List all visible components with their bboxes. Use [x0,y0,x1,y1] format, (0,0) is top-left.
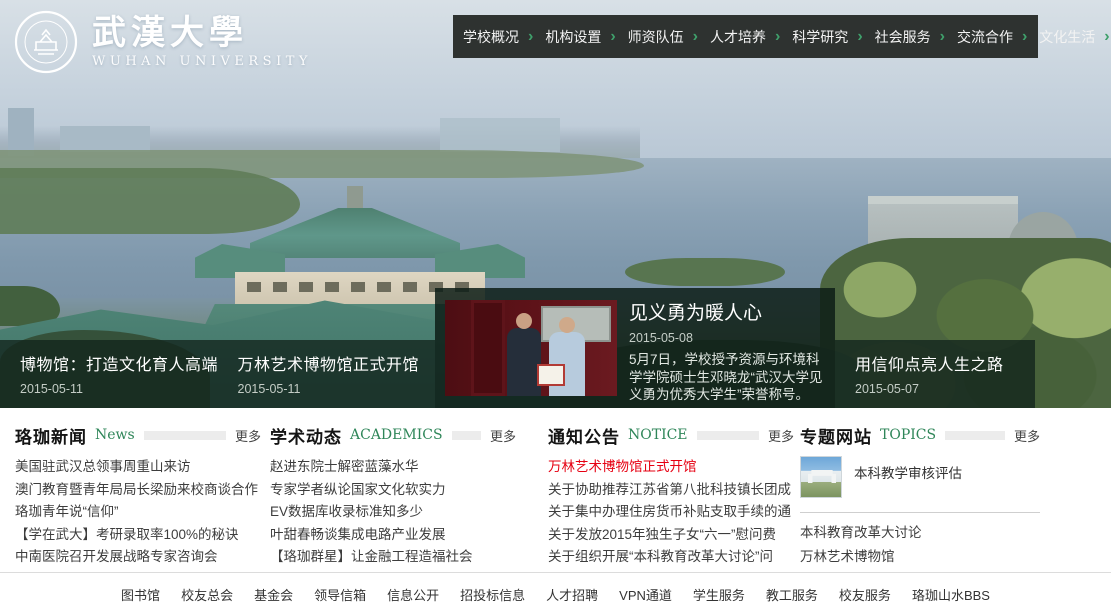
hero-slide-faith[interactable]: 用信仰点亮人生之路 2015-05-07 [835,340,1035,408]
section-divider-bar [697,431,759,440]
column-academics: 学术动态 ACADEMICS 更多 赵进东院士解密蓝藻水华 专家学者纵论国家文化… [270,424,516,569]
section-title-cn: 专题网站 [800,423,872,448]
wuhan-university-homepage: 武漢大學 WUHAN UNIVERSITY 学校概况› 机构设置› 师资队伍› … [0,0,1111,613]
news-item[interactable]: EV数据库收录标准知多少 [270,501,516,524]
nav-item-school-overview[interactable]: 学校概况› [457,27,539,47]
section-title-en: News [95,427,135,443]
section-title-en: TOPICS [880,427,936,443]
chevron-right-icon: › [610,29,615,45]
column-luojia-news: 珞珈新闻 News 更多 美国驻武汉总领事周重山来访 澳门教育暨青年局局长梁励来… [15,424,261,569]
nav-item-cooperation[interactable]: 交流合作› [951,27,1033,47]
topic-item[interactable]: 本科教育改革大讨论 [800,521,1040,545]
section-title-cn: 珞珈新闻 [15,423,87,448]
topic-item[interactable]: 万林艺术博物馆 [800,545,1040,569]
news-section: 珞珈新闻 News 更多 美国驻武汉总领事周重山来访 澳门教育暨青年局局长梁励来… [0,408,1111,572]
section-divider-bar [452,431,481,440]
campus-gate-thumbnail [800,456,842,498]
column-topics: 专题网站 TOPICS 更多 本科教学审核评估 本科教育改革大讨论 万林艺术博物… [800,424,1040,569]
nav-item-cultural-life[interactable]: 文化生活› [1033,27,1111,47]
news-item[interactable]: 【学在武大】考研录取率100%的秘诀 [15,524,261,547]
nav-item-research[interactable]: 科学研究› [786,27,868,47]
section-divider-bar [945,431,1005,440]
news-item[interactable]: 美国驻武汉总领事周重山来访 [15,456,261,479]
footer-link-alumni-services[interactable]: 校友服务 [839,585,891,604]
hero-news-strip-left: 博物馆：打造文化育人高端 2015-05-11 万林艺术博物馆正式开馆 2015… [0,340,435,408]
nav-item-education[interactable]: 人才培养› [704,27,786,47]
chevron-right-icon: › [775,29,780,45]
nav-item-faculty[interactable]: 师资队伍› [622,27,704,47]
section-title-cn: 学术动态 [270,423,342,448]
news-item[interactable]: 【珞珈群星】让金融工程造福社会 [270,546,516,569]
topic-featured-label: 本科教学审核评估 [854,462,962,482]
footer-link-library[interactable]: 图书馆 [121,585,160,604]
footer-link-alumni-association[interactable]: 校友总会 [181,585,233,604]
main-navigation: 学校概况› 机构设置› 师资队伍› 人才培养› 科学研究› 社会服务› 交流合作… [453,15,1038,58]
section-divider-bar [144,431,226,440]
notice-item-highlighted[interactable]: 万林艺术博物馆正式开馆 [548,456,794,479]
hero-slide-museum-culture[interactable]: 博物馆：打造文化育人高端 2015-05-11 [0,340,218,408]
topic-featured[interactable]: 本科教学审核评估 [800,456,1040,498]
nav-item-organizations[interactable]: 机构设置› [539,27,621,47]
news-item[interactable]: 珞珈青年说“信仰” [15,501,261,524]
logo-chinese-name: 武漢大學 [92,15,312,51]
more-link[interactable]: 更多 [768,426,794,445]
featured-news-photo [445,300,617,396]
featured-news-excerpt: 5月7日，学校授予资源与环境科学学院硕士生邓晓龙“武汉大学见义勇为优秀大学生”荣… [629,351,827,404]
footer-link-bidding-info[interactable]: 招投标信息 [460,585,525,604]
news-item[interactable]: 专家学者纵论国家文化软实力 [270,479,516,502]
topic-divider [800,512,1040,513]
footer-link-info-disclosure[interactable]: 信息公开 [387,585,439,604]
hero-featured-news[interactable]: 见义勇为暖人心 2015-05-08 5月7日，学校授予资源与环境科学学院硕士生… [435,288,835,408]
chevron-right-icon: › [693,29,698,45]
chevron-right-icon: › [940,29,945,45]
logo-english-name: WUHAN UNIVERSITY [92,54,312,69]
news-item[interactable]: 叶甜春畅谈集成电路产业发展 [270,524,516,547]
footer-link-leader-mailbox[interactable]: 领导信箱 [314,585,366,604]
footer-link-student-services[interactable]: 学生服务 [693,585,745,604]
section-title-cn: 通知公告 [548,423,620,448]
footer-link-luojia-bbs[interactable]: 珞珈山水BBS [912,585,990,604]
featured-news-title: 见义勇为暖人心 [629,298,827,325]
section-title-en: NOTICE [628,427,688,443]
hero-slide-wanlin-opening[interactable]: 万林艺术博物馆正式开馆 2015-05-11 [218,340,436,408]
nav-item-social-services[interactable]: 社会服务› [869,27,951,47]
chevron-right-icon: › [528,29,533,45]
university-logo[interactable]: 武漢大學 WUHAN UNIVERSITY [14,10,312,74]
chevron-right-icon: › [857,29,862,45]
university-seal-icon [14,10,78,74]
column-notice: 通知公告 NOTICE 更多 万林艺术博物馆正式开馆 关于协助推荐江苏省第八批科… [548,424,794,569]
more-link[interactable]: 更多 [1014,426,1040,445]
footer-link-recruitment[interactable]: 人才招聘 [546,585,598,604]
footer: 图书馆 校友总会 基金会 领导信箱 信息公开 招投标信息 人才招聘 VPN通道 … [0,572,1111,613]
news-item[interactable]: 澳门教育暨青年局局长梁励来校商谈合作 [15,479,261,502]
news-item[interactable]: 中南医院召开发展战略专家咨询会 [15,546,261,569]
news-item[interactable]: 赵进东院士解密蓝藻水华 [270,456,516,479]
chevron-right-icon: › [1022,29,1027,45]
notice-item[interactable]: 关于组织开展“本科教育改革大讨论”问 [548,546,794,569]
notice-item[interactable]: 关于集中办理住房货币补贴支取手续的通 [548,501,794,524]
footer-link-staff-services[interactable]: 教工服务 [766,585,818,604]
notice-item[interactable]: 关于发放2015年独生子女“六一”慰问费 [548,524,794,547]
notice-item[interactable]: 关于协助推荐江苏省第八批科技镇长团成 [548,479,794,502]
footer-link-vpn[interactable]: VPN通道 [619,585,672,604]
section-title-en: ACADEMICS [350,427,443,443]
more-link[interactable]: 更多 [235,426,261,445]
more-link[interactable]: 更多 [490,426,516,445]
chevron-right-icon: › [1104,29,1109,45]
featured-news-date: 2015-05-08 [629,331,827,345]
footer-link-foundation[interactable]: 基金会 [254,585,293,604]
